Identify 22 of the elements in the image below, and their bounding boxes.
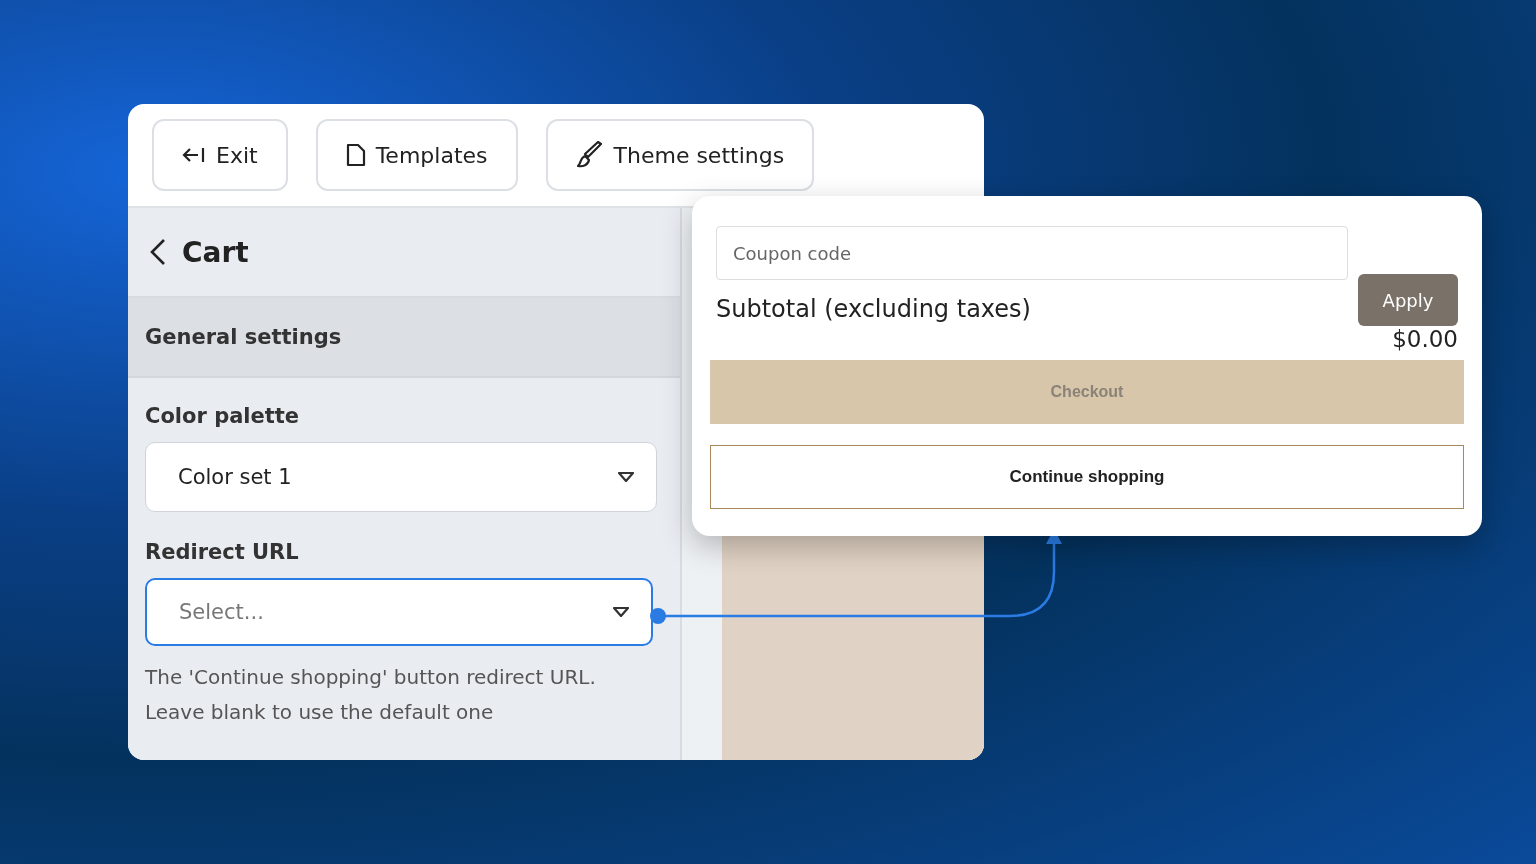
section-header[interactable]: General settings bbox=[128, 298, 680, 378]
caret-icon bbox=[613, 607, 629, 617]
brush-icon bbox=[575, 141, 604, 169]
help-text: Leave blank to use the default one bbox=[145, 699, 495, 726]
field-label: Redirect URL bbox=[145, 540, 300, 564]
toolbar-button[interactable]: Templates bbox=[315, 119, 518, 191]
caret-icon bbox=[618, 472, 634, 482]
back-icon[interactable] bbox=[150, 238, 166, 266]
coupon-field[interactable]: Coupon code bbox=[716, 226, 1348, 280]
exit-icon bbox=[182, 145, 206, 165]
continue-shopping-button[interactable]: Continue shopping bbox=[710, 444, 1464, 509]
subtotal-amount: $0.00 bbox=[1391, 326, 1458, 355]
page-title: Cart bbox=[182, 235, 249, 269]
document-icon bbox=[345, 143, 366, 167]
toolbar-button[interactable]: Theme settings bbox=[545, 119, 815, 191]
select-field[interactable]: Color set 1 bbox=[145, 442, 657, 512]
help-text: The 'Continue shopping' button redirect URL. bbox=[145, 664, 597, 691]
apply-button[interactable]: Apply bbox=[1358, 274, 1458, 327]
toolbar-button[interactable]: Exit bbox=[152, 119, 288, 191]
field-label: Color palette bbox=[145, 404, 301, 428]
subtotal-label: Subtotal (excluding taxes) bbox=[716, 295, 1032, 326]
select-field[interactable]: Select... bbox=[145, 578, 653, 646]
